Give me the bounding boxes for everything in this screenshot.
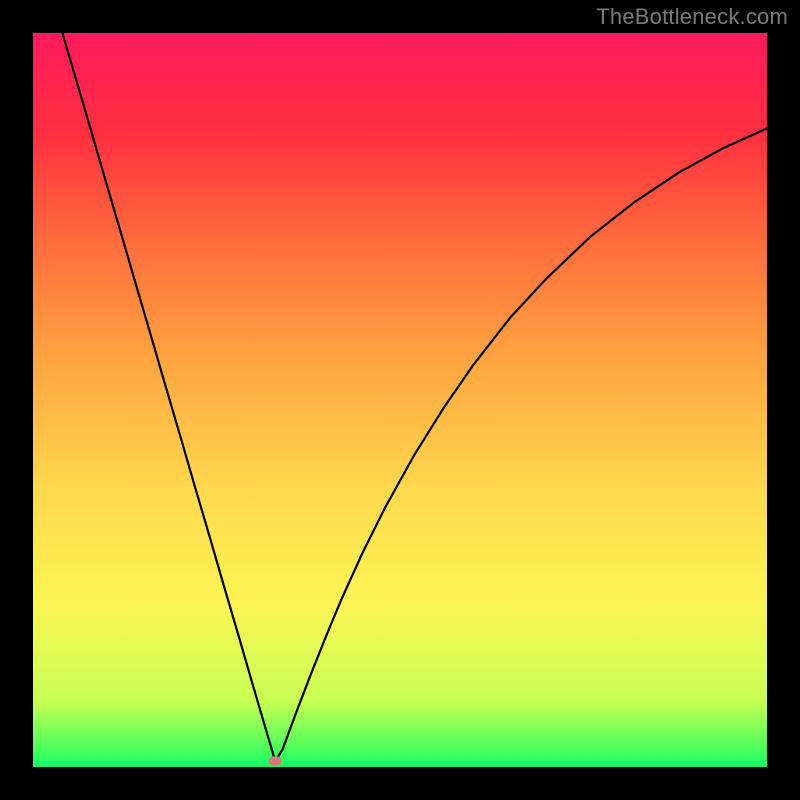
plot-area xyxy=(33,33,767,767)
bottleneck-curve xyxy=(33,33,767,767)
chart-frame: TheBottleneck.com xyxy=(0,0,800,800)
watermark-text: TheBottleneck.com xyxy=(596,6,788,28)
minimum-point-marker xyxy=(269,757,282,766)
